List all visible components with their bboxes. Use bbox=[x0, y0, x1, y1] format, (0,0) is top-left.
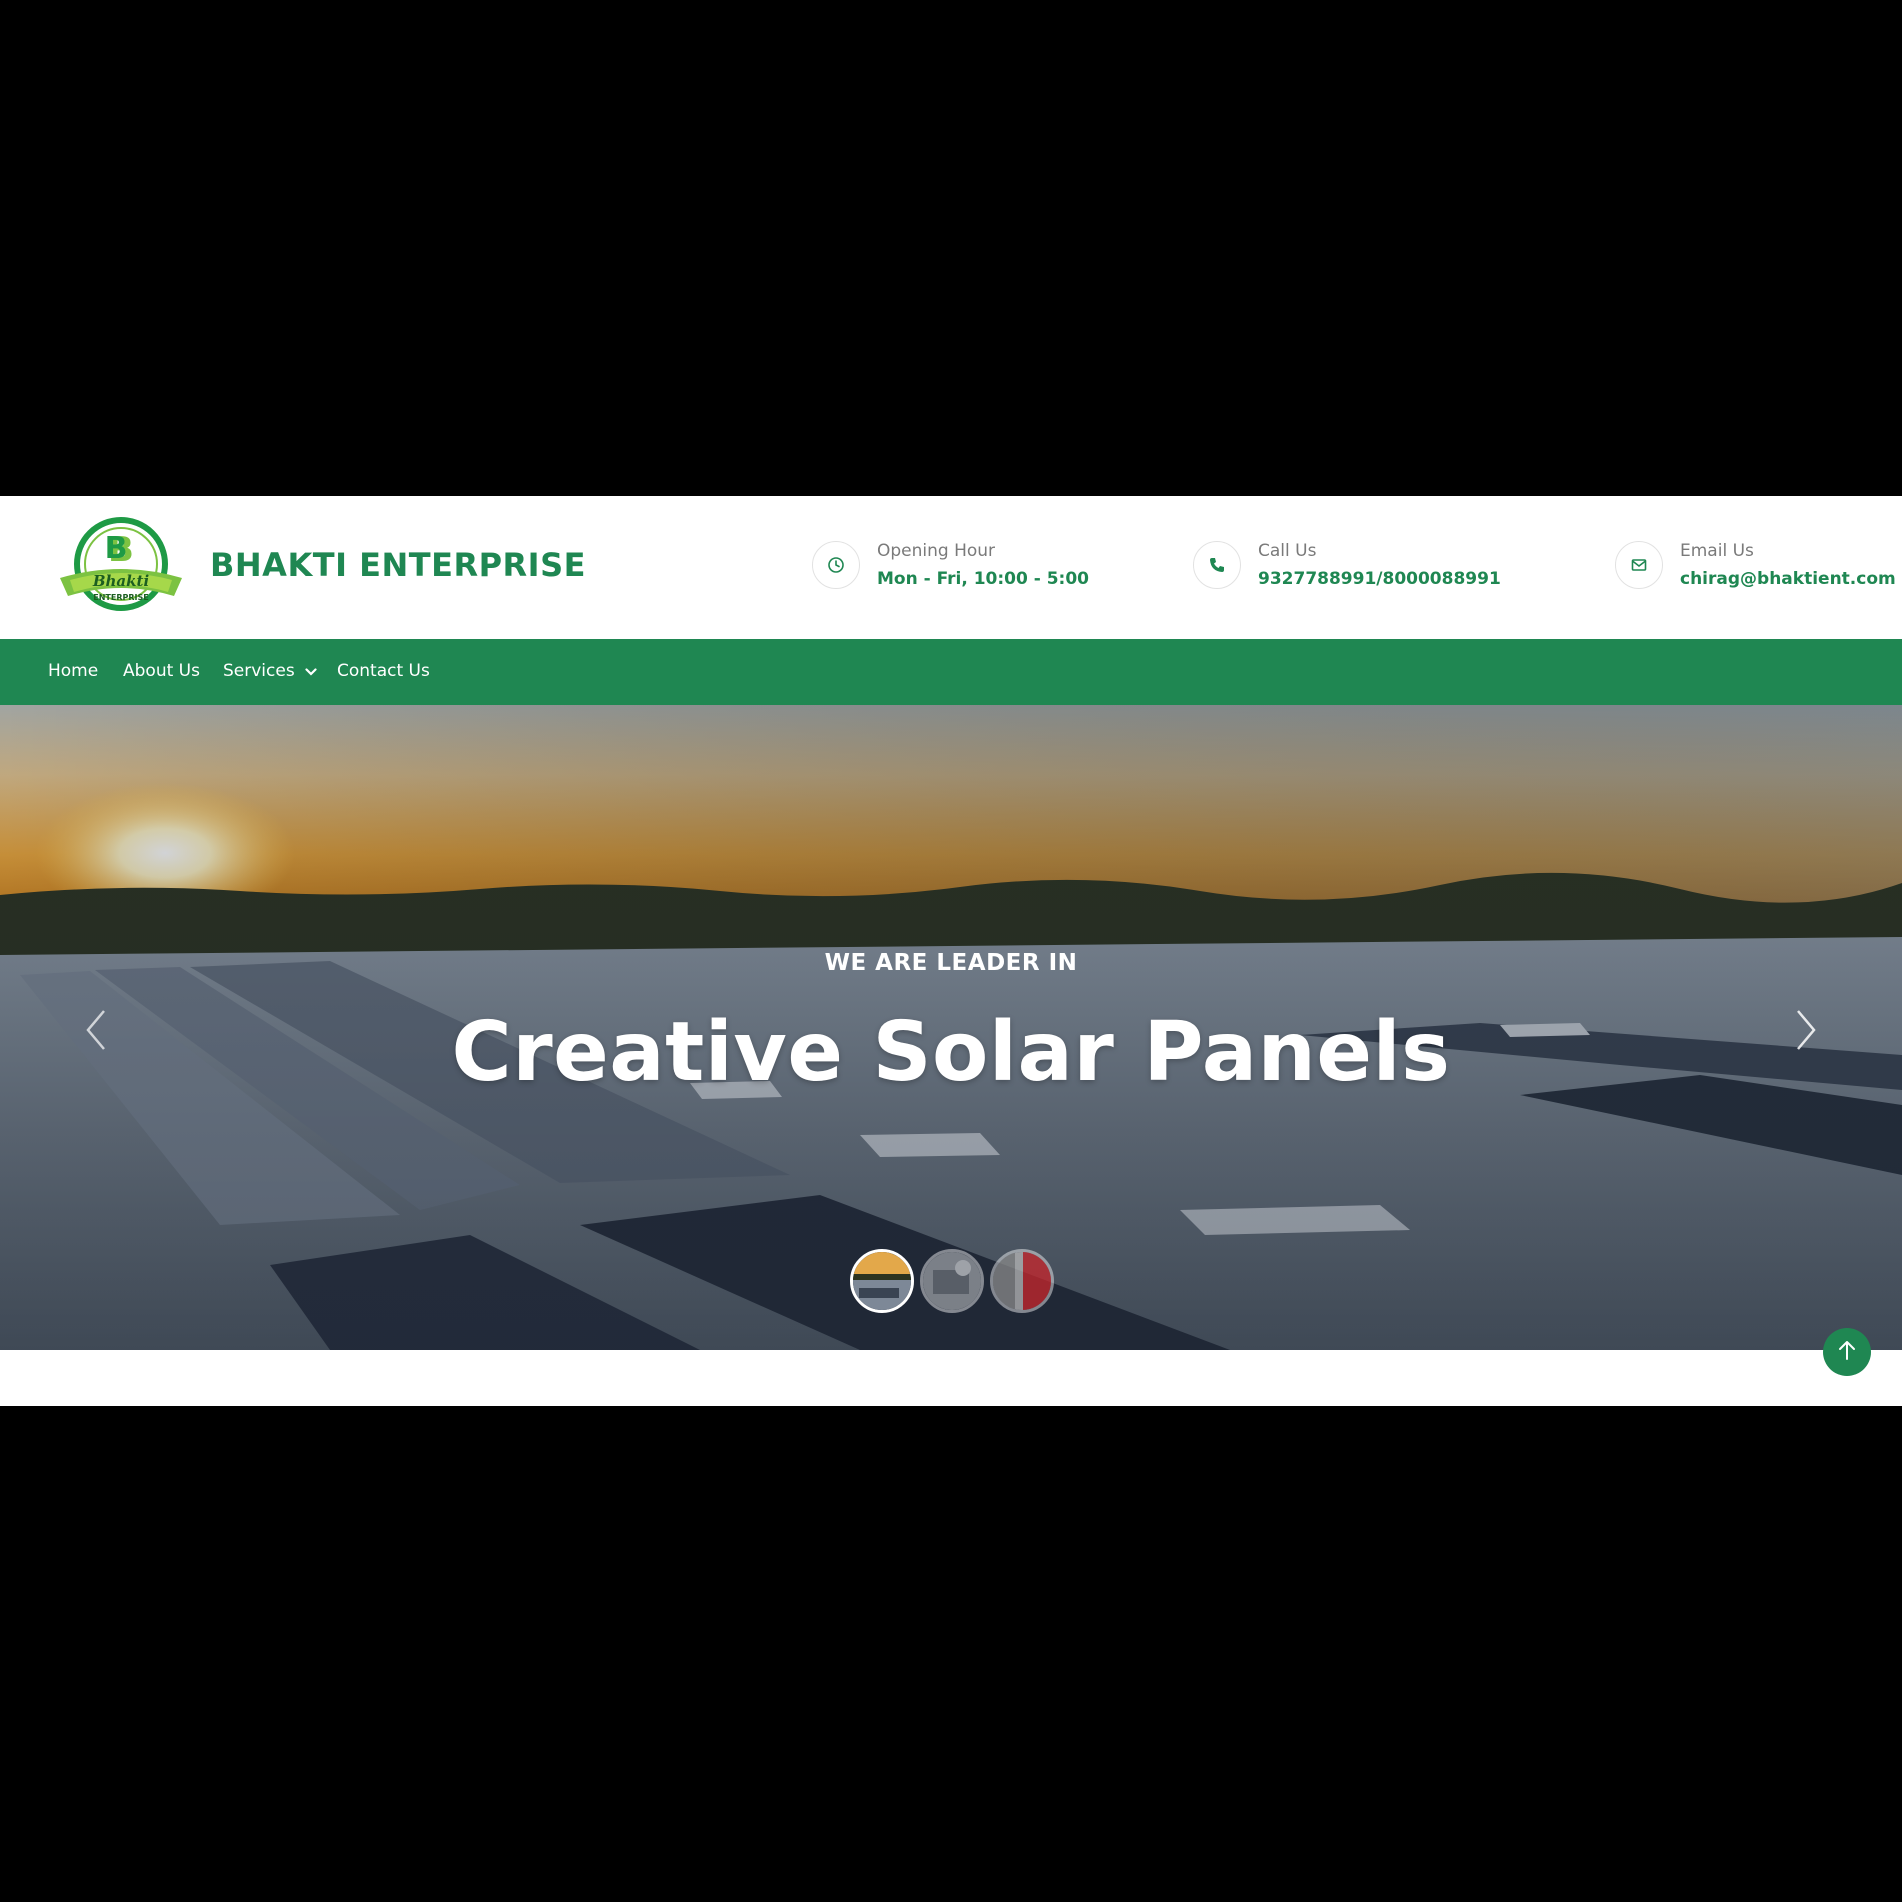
email-us-label: Email Us bbox=[1680, 541, 1754, 561]
clock-icon bbox=[812, 541, 860, 589]
phone-number-link[interactable]: 9327788991/8000088991 bbox=[1258, 569, 1501, 589]
arrow-up-icon bbox=[1837, 1339, 1857, 1365]
brand-name[interactable]: BHAKTI ENTERPRISE bbox=[210, 546, 586, 584]
nav-about-us[interactable]: About Us bbox=[123, 661, 200, 681]
nav-home[interactable]: Home bbox=[48, 661, 98, 681]
chevron-down-icon bbox=[305, 661, 317, 681]
nav-contact-us-label: Contact Us bbox=[337, 661, 430, 681]
website: B B Bhakti ENTERPRISE BHAKTI ENTERPRISE … bbox=[0, 496, 1902, 1406]
hero-kicker: WE ARE LEADER IN bbox=[824, 950, 1078, 976]
nav-contact-us[interactable]: Contact Us bbox=[337, 661, 430, 681]
nav-services[interactable]: Services bbox=[223, 661, 317, 681]
main-nav: Home About Us Services Contact Us bbox=[0, 639, 1902, 705]
logo-script-text: Bhakti bbox=[92, 572, 150, 590]
brand-logo[interactable]: B B Bhakti ENTERPRISE bbox=[56, 516, 186, 616]
phone-icon bbox=[1193, 541, 1241, 589]
hero-slider: WE ARE LEADER IN Creative Solar Panels bbox=[0, 705, 1902, 1350]
header: B B Bhakti ENTERPRISE BHAKTI ENTERPRISE … bbox=[0, 496, 1902, 639]
email-link[interactable]: chirag@bhaktient.com bbox=[1680, 569, 1896, 589]
nav-services-label: Services bbox=[223, 661, 295, 681]
slide-thumbnail-1[interactable] bbox=[850, 1249, 914, 1313]
opening-hour-value: Mon - Fri, 10:00 - 5:00 bbox=[877, 569, 1089, 589]
hero-headline: Creative Solar Panels bbox=[451, 1005, 1451, 1100]
nav-home-label: Home bbox=[48, 661, 99, 681]
logo-small-text: ENTERPRISE bbox=[93, 593, 148, 602]
slide-thumbnail-2[interactable] bbox=[920, 1249, 984, 1313]
envelope-icon bbox=[1615, 541, 1663, 589]
call-us-label: Call Us bbox=[1258, 541, 1317, 561]
nav-about-us-label: About Us bbox=[123, 661, 200, 681]
svg-text:B: B bbox=[105, 531, 128, 566]
opening-hour-label: Opening Hour bbox=[877, 541, 996, 561]
back-to-top-button[interactable] bbox=[1823, 1328, 1871, 1376]
slide-thumbnail-3[interactable] bbox=[990, 1249, 1054, 1313]
